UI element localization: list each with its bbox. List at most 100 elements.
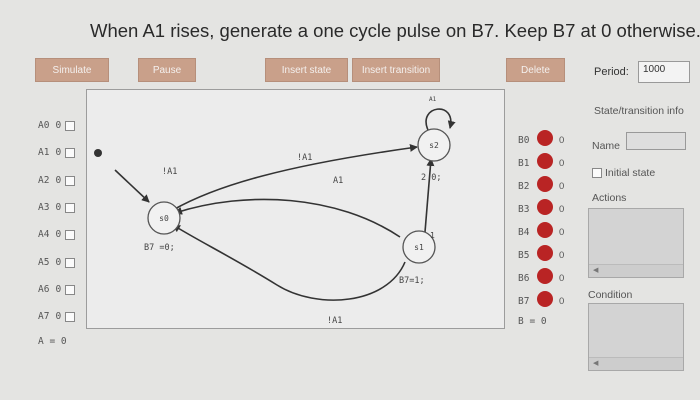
transition-label: !A1 [162, 167, 177, 177]
pause-button[interactable]: Pause [138, 58, 196, 82]
transition-label: A1 [333, 176, 343, 186]
input-row-a3: A3 0 [38, 202, 76, 213]
input-checkbox[interactable] [65, 284, 76, 295]
input-checkbox[interactable] [65, 175, 76, 186]
output-name: B6 [518, 273, 530, 284]
output-name: B0 [518, 135, 530, 146]
input-row-a1: A1 0 [38, 147, 76, 158]
input-value: 0 [55, 147, 62, 158]
state-action-s0: B7 =0; [144, 243, 175, 253]
output-value: 0 [559, 227, 565, 238]
period-input[interactable]: 1000 [638, 61, 690, 83]
output-row-b1: B1 0 [518, 153, 564, 169]
state-label-s0: s0 [159, 214, 169, 223]
transition-label: A1 [429, 96, 437, 103]
state-label-s2: s2 [429, 141, 439, 150]
transition-s1-s2[interactable] [424, 158, 435, 233]
output-row-b5: B5 0 [518, 245, 564, 261]
input-row-a2: A2 0 [38, 175, 76, 186]
page-title: When A1 rises, generate a one cycle puls… [90, 20, 700, 41]
condition-scrollbar[interactable]: ◀ [589, 357, 683, 370]
actions-scrollbar[interactable]: ◀ [589, 264, 683, 277]
input-checkbox[interactable] [65, 257, 76, 268]
input-name: A5 [38, 257, 50, 268]
input-name: A6 [38, 284, 50, 295]
output-name: B2 [518, 181, 530, 192]
output-led [537, 245, 553, 261]
input-checkbox[interactable] [65, 120, 76, 131]
transition-s1-s0[interactable] [174, 198, 401, 238]
output-value: 0 [559, 135, 565, 146]
info-panel-title: State/transition info [594, 105, 684, 117]
input-row-a0: A0 0 [38, 120, 76, 131]
input-value: 0 [55, 175, 62, 186]
state-action-s1: B7=1; [399, 276, 425, 286]
input-value: 0 [55, 229, 62, 240]
output-name: B1 [518, 158, 530, 169]
state-diagram[interactable]: s0 s1 s2 B7 =0; B7=1; 2 0; !A1 !A1 A1 !A… [87, 90, 506, 330]
actions-label: Actions [592, 192, 627, 204]
input-checkbox[interactable] [65, 229, 76, 240]
simulate-button[interactable]: Simulate [35, 58, 109, 82]
delete-button[interactable]: Delete [506, 58, 565, 82]
output-row-b7: B7 0 [518, 291, 564, 307]
transition-s2-self[interactable] [425, 108, 456, 131]
output-value: 0 [559, 158, 565, 169]
input-row-a4: A4 0 [38, 229, 76, 240]
transition-s1-s0-lower[interactable] [172, 224, 406, 301]
input-name: A1 [38, 147, 50, 158]
input-row-a7: A7 0 [38, 311, 76, 322]
output-name: B4 [518, 227, 530, 238]
input-name: A0 [38, 120, 50, 131]
input-name: A7 [38, 311, 50, 322]
name-label: Name [592, 140, 621, 152]
initial-state-dot [94, 149, 102, 157]
input-value: 0 [55, 202, 62, 213]
output-led [537, 291, 553, 307]
input-value: 0 [55, 257, 62, 268]
output-value: 0 [559, 296, 565, 307]
name-input[interactable] [626, 132, 686, 150]
input-checkbox[interactable] [65, 311, 76, 322]
output-summary: B = 0 [518, 316, 547, 327]
input-checkbox[interactable] [65, 147, 76, 158]
input-name: A2 [38, 175, 50, 186]
period-label: Period: [594, 66, 629, 78]
actions-textarea[interactable]: ◀ [588, 208, 684, 278]
condition-textarea[interactable]: ◀ [588, 303, 684, 371]
condition-label: Condition [588, 289, 633, 301]
insert-state-button[interactable]: Insert state [265, 58, 348, 82]
output-value: 0 [559, 181, 565, 192]
output-row-b3: B3 0 [518, 199, 564, 215]
initial-state-label: Initial state [605, 167, 656, 179]
output-led [537, 130, 553, 146]
insert-transition-button[interactable]: Insert transition [352, 58, 440, 82]
output-value: 0 [559, 273, 565, 284]
initial-state-option[interactable]: Initial state [592, 167, 655, 179]
output-name: B5 [518, 250, 530, 261]
input-value: 0 [55, 284, 62, 295]
input-row-a5: A5 0 [38, 257, 76, 268]
output-row-b0: B0 0 [518, 130, 564, 146]
input-row-a6: A6 0 [38, 284, 76, 295]
state-action-s2: 2 0; [421, 173, 441, 183]
output-name: B7 [518, 296, 530, 307]
input-value: 0 [55, 120, 62, 131]
output-led [537, 199, 553, 215]
initial-transition-arrow [114, 169, 150, 203]
output-row-b4: B4 0 [518, 222, 564, 238]
state-label-s1: s1 [414, 243, 424, 252]
initial-state-checkbox[interactable] [592, 168, 602, 179]
output-led [537, 153, 553, 169]
output-name: B3 [518, 204, 530, 215]
output-value: 0 [559, 204, 565, 215]
output-led [537, 268, 553, 284]
input-name: A4 [38, 229, 50, 240]
output-row-b2: B2 0 [518, 176, 564, 192]
state-diagram-canvas[interactable]: s0 s1 s2 B7 =0; B7=1; 2 0; !A1 !A1 A1 !A… [86, 89, 505, 329]
output-value: 0 [559, 250, 565, 261]
transition-label: !A1 [327, 316, 342, 326]
transition-label: !A1 [297, 153, 312, 163]
output-led [537, 176, 553, 192]
input-checkbox[interactable] [65, 202, 76, 213]
